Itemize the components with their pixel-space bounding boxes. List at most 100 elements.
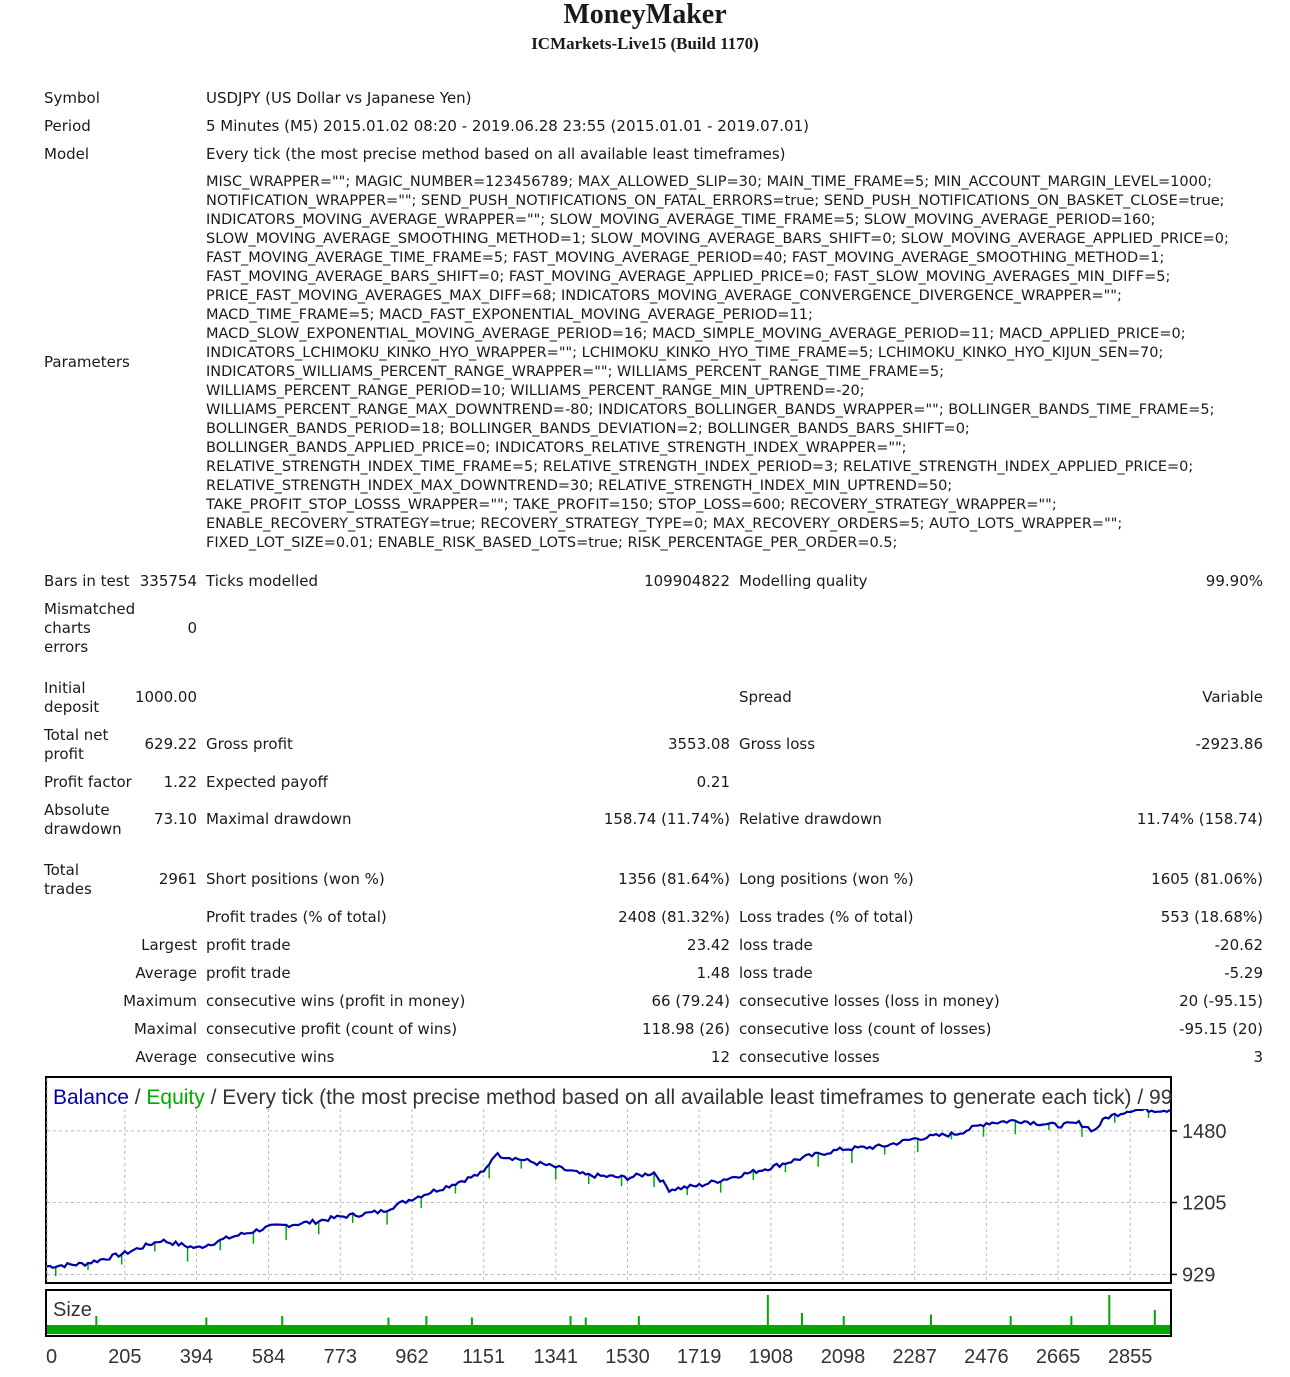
mismatch-value: 0 (187, 619, 197, 637)
size-baseline-bar (47, 1325, 1170, 1334)
parameter-line: FAST_MOVING_AVERAGE_BARS_SHIFT=0; FAST_M… (206, 269, 1171, 285)
x-tick-label: 2476 (964, 1346, 1009, 1368)
grossloss-label: Gross loss (739, 735, 816, 753)
avg-cl-value: 3 (1253, 1048, 1263, 1066)
legend-equity: Equity (146, 1086, 205, 1109)
mx-cl-label: consecutive loss (count of losses) (739, 1020, 992, 1038)
largest-lt-label: loss trade (739, 936, 813, 954)
report-title: MoneyMaker (563, 0, 727, 30)
average-lt-label: loss trade (739, 964, 813, 982)
absdd-label-2: drawdown (44, 820, 122, 838)
pf-label: Profit factor (44, 773, 132, 791)
mismatch-label-2: charts (44, 619, 91, 637)
x-tick-label: 205 (108, 1346, 141, 1368)
y-tick-label: 929 (1182, 1264, 1215, 1286)
deposit-label-1: Initial (44, 679, 86, 697)
period-label: Period (44, 117, 91, 135)
max-cl-value: 20 (-95.15) (1179, 992, 1263, 1010)
ticks-value: 109904822 (644, 572, 730, 590)
x-tick-label: 1719 (677, 1346, 722, 1368)
balance-equity-chart: 1480 1205 929 0 205 394 584 773 962 1151 1341 1530… (45, 1076, 1290, 1368)
parameter-line: SLOW_MOVING_AVERAGE_SMOOTHING_METHOD=1; … (206, 231, 1229, 247)
x-tick-label: 2855 (1108, 1346, 1153, 1368)
parameter-line: PRICE_FAST_MOVING_AVERAGES_MAX_DIFF=68; … (206, 288, 1122, 304)
reldd-value: 11.74% (158.74) (1136, 810, 1263, 828)
spread-label: Spread (739, 688, 792, 706)
average-lt-value: -5.29 (1224, 964, 1263, 982)
max-cw-value: 66 (79.24) (651, 992, 730, 1010)
avg-cw-label: consecutive wins (206, 1048, 335, 1066)
lt-label: Loss trades (% of total) (739, 908, 914, 926)
pt-value: 2408 (81.32%) (618, 908, 730, 926)
largest-lt-value: -20.62 (1214, 936, 1263, 954)
bars-value: 335754 (139, 572, 197, 590)
bars-label: Bars in test (44, 572, 130, 590)
x-tick-label: 2665 (1036, 1346, 1081, 1368)
lt-value: 553 (18.68%) (1160, 908, 1263, 926)
y-tick-label: 1205 (1182, 1193, 1227, 1215)
x-tick-label: 962 (395, 1346, 428, 1368)
parameter-line: INDICATORS_MOVING_AVERAGE_WRAPPER=""; SL… (206, 212, 1156, 228)
chart-legend: Balance / Equity / Every tick (the most … (53, 1086, 1190, 1109)
parameter-line: ENABLE_RECOVERY_STRATEGY=true; RECOVERY_… (206, 516, 1123, 532)
long-value: 1605 (81.06%) (1151, 870, 1263, 888)
average2-label: Average (135, 1048, 197, 1066)
largest-label: Largest (141, 936, 197, 954)
largest-pt-label: profit trade (206, 936, 291, 954)
avg-cl-label: consecutive losses (739, 1048, 880, 1066)
absdd-label-1: Absolute (44, 801, 110, 819)
pt-label: Profit trades (% of total) (206, 908, 387, 926)
grossloss-value: -2923.86 (1195, 735, 1263, 753)
netprofit-value: 629.22 (144, 735, 198, 753)
short-value: 1356 (81.64%) (618, 870, 730, 888)
legend-sep: / (129, 1086, 147, 1109)
parameter-line: WILLIAMS_PERCENT_RANGE_MAX_DOWNTREND=-80… (206, 402, 1215, 418)
grossprofit-label: Gross profit (206, 735, 293, 753)
parameter-line: FIXED_LOT_SIZE=0.01; ENABLE_RISK_BASED_L… (206, 535, 898, 551)
x-tick-label: 1530 (605, 1346, 650, 1368)
symbol-label: Symbol (44, 89, 100, 107)
x-tick-label: 394 (180, 1346, 213, 1368)
parameter-line: MACD_SLOW_EXPONENTIAL_MOVING_AVERAGE_PER… (206, 326, 1186, 342)
size-label: Size (53, 1299, 92, 1321)
netprofit-label-2: profit (44, 745, 84, 763)
quality-value: 99.90% (1205, 572, 1263, 590)
trades-value: 2961 (158, 870, 197, 888)
x-tick-label: 2287 (892, 1346, 937, 1368)
trades-label-2: trades (44, 880, 92, 898)
parameters-label: Parameters (44, 353, 130, 371)
parameter-line: TAKE_PROFIT_STOP_LOSSS_WRAPPER=""; TAKE_… (206, 497, 1057, 513)
x-tick-label: 1341 (534, 1346, 579, 1368)
maxdd-label: Maximal drawdown (206, 810, 352, 828)
maxdd-value: 158.74 (11.74%) (603, 810, 730, 828)
x-tick-label: 0 (46, 1346, 57, 1368)
parameter-line: FAST_MOVING_AVERAGE_TIME_FRAME=5; FAST_M… (206, 250, 1165, 266)
parameter-line: BOLLINGER_BANDS_PERIOD=18; BOLLINGER_BAN… (206, 421, 970, 437)
parameter-line: MISC_WRAPPER=""; MAGIC_NUMBER=123456789;… (206, 174, 1212, 190)
parameter-line: INDICATORS_WILLIAMS_PERCENT_RANGE_WRAPPE… (206, 364, 945, 380)
mx-cp-label: consecutive profit (count of wins) (206, 1020, 458, 1038)
mx-cp-value: 118.98 (26) (641, 1020, 730, 1038)
deposit-label-2: deposit (44, 698, 100, 716)
parameter-line: WILLIAMS_PERCENT_RANGE_PERIOD=10; WILLIA… (206, 383, 865, 399)
x-tick-labels: 0 205 394 584 773 962 1151 1341 1530 1719 1908 2098… (46, 1346, 1152, 1368)
x-tick-label: 1151 (462, 1346, 505, 1368)
average-pt-value: 1.48 (696, 964, 730, 982)
parameter-line: MACD_TIME_FRAME=5; MACD_FAST_EXPONENTIAL… (206, 307, 813, 323)
parameter-line: NOTIFICATION_WRAPPER=""; SEND_PUSH_NOTIF… (206, 193, 1225, 209)
mx-cl-value: -95.15 (20) (1179, 1020, 1263, 1038)
parameter-line: RELATIVE_STRENGTH_INDEX_MAX_DOWNTREND=30… (206, 478, 953, 494)
average-label: Average (135, 964, 197, 982)
server-subtitle: ICMarkets-Live15 (Build 1170) (531, 34, 759, 53)
parameter-line: INDICATORS_LCHIMOKU_KINKO_HYO_WRAPPER=""… (206, 345, 1164, 361)
spread-value: Variable (1202, 688, 1263, 706)
parameter-line: BOLLINGER_BANDS_APPLIED_PRICE=0; INDICAT… (206, 440, 907, 456)
legend-clip (1172, 1076, 1290, 1110)
largest-pt-value: 23.42 (687, 936, 730, 954)
x-tick-label: 773 (324, 1346, 357, 1368)
maximum-label: Maximum (123, 992, 197, 1010)
payoff-label: Expected payoff (206, 773, 328, 791)
legend-rest: / Every tick (the most precise method ba… (205, 1086, 1190, 1109)
symbol-value: USDJPY (US Dollar vs Japanese Yen) (206, 89, 472, 107)
ticks-label: Ticks modelled (206, 572, 319, 590)
